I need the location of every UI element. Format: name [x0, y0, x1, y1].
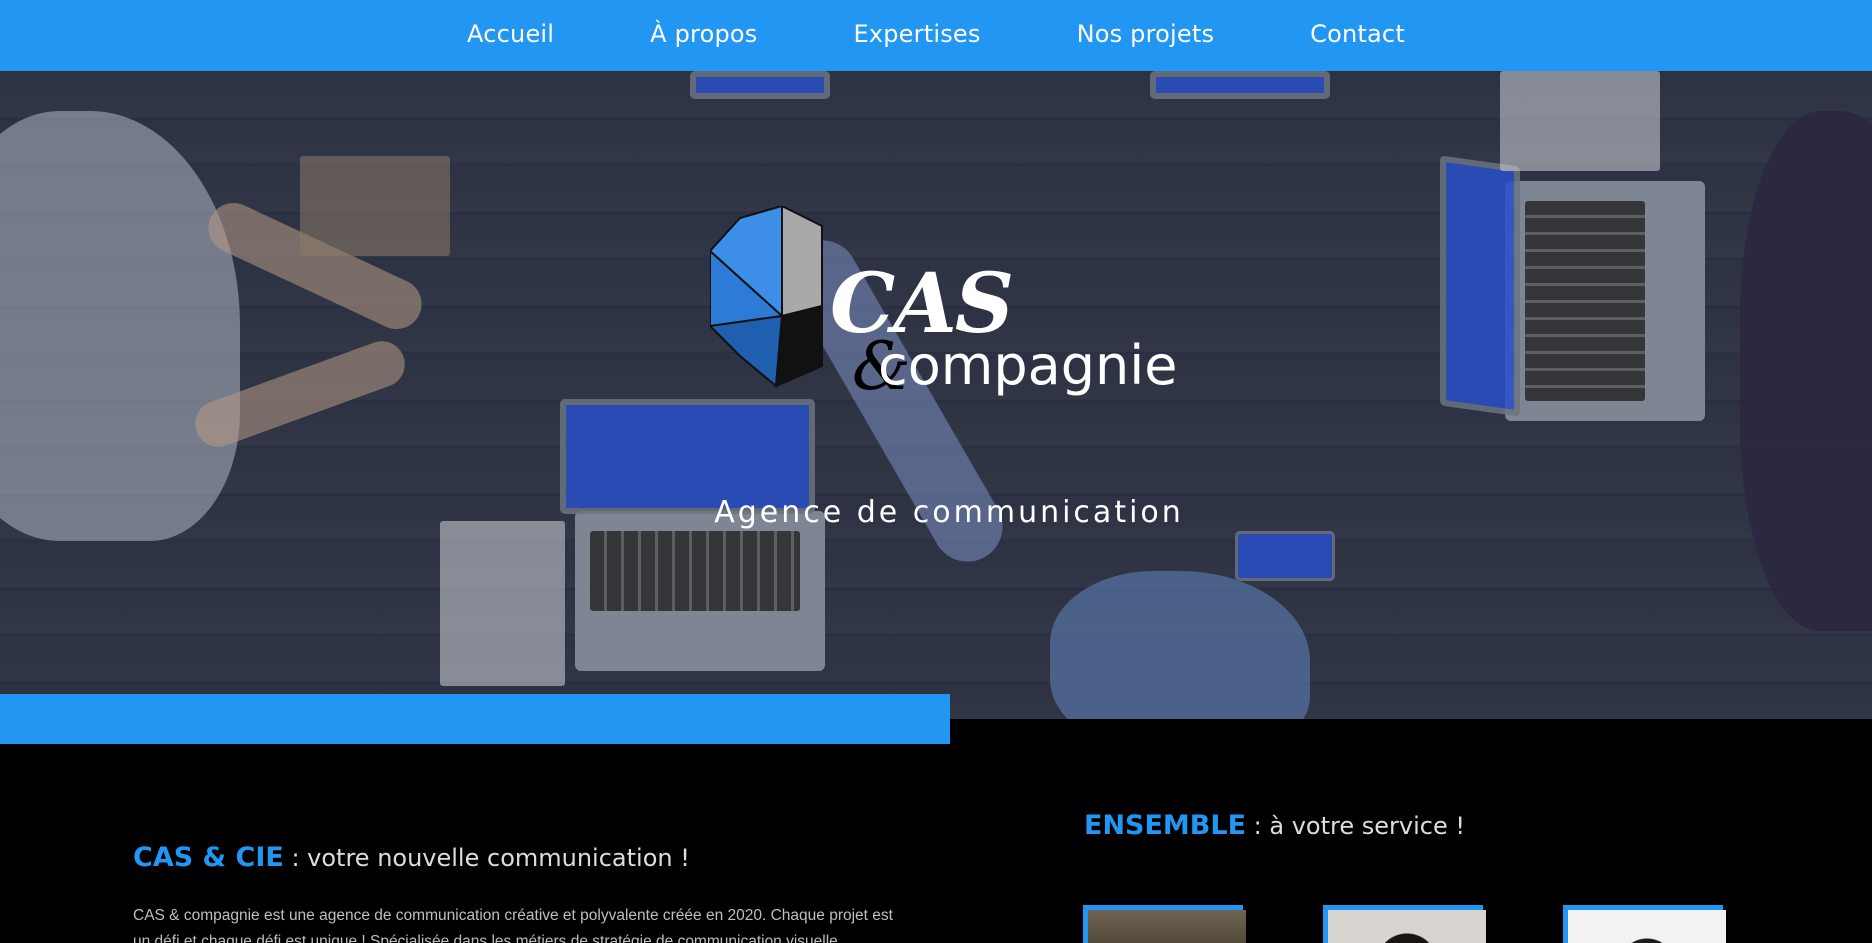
about-title-rest: : votre nouvelle communication !	[283, 844, 690, 872]
nav-expertises[interactable]: Expertises	[853, 20, 980, 48]
hero-photo-notepad	[440, 521, 565, 686]
about-section: CAS & CIE : votre nouvelle communication…	[133, 842, 913, 943]
hero-photo-laptop-screen	[1440, 155, 1520, 417]
about-title-accent: CAS & CIE	[133, 842, 284, 873]
main-navigation: Accueil À propos Expertises Nos projets …	[0, 0, 1872, 71]
team-title-accent: ENSEMBLE	[1084, 810, 1247, 841]
hero-banner: CAS & compagnie Agence de communication	[0, 71, 1872, 719]
team-title: ENSEMBLE : à votre service !	[1084, 810, 1784, 841]
about-title: CAS & CIE : votre nouvelle communication…	[133, 842, 913, 873]
hero-photo-person-bottom	[1050, 571, 1310, 719]
hero-photo-paper	[1500, 71, 1660, 171]
nav-contact[interactable]: Contact	[1310, 20, 1405, 48]
nav-nos-projets[interactable]: Nos projets	[1077, 20, 1215, 48]
accent-bar	[0, 694, 950, 744]
hero-photo-phone	[1235, 531, 1335, 581]
hero-photo-keyboard	[590, 531, 800, 611]
team-member-card[interactable]	[1563, 905, 1727, 943]
hero-photo-laptop-top	[690, 71, 830, 99]
hero-tagline: Agence de communication	[714, 495, 1184, 530]
company-logo[interactable]: CAS & compagnie	[710, 206, 1210, 466]
team-title-rest: : à votre service !	[1246, 812, 1465, 840]
team-member-photo	[1328, 910, 1486, 943]
hero-photo-laptop-top	[1150, 71, 1330, 99]
logo-compagnie-text: compagnie	[878, 334, 1178, 397]
team-section: ENSEMBLE : à votre service !	[1084, 810, 1784, 841]
team-member-card[interactable]	[1083, 905, 1247, 943]
nav-a-propos[interactable]: À propos	[650, 20, 757, 48]
hero-photo-notebook	[300, 156, 450, 256]
hero-photo-keyboard	[1525, 201, 1645, 401]
team-member-photo	[1568, 910, 1726, 943]
team-member-card[interactable]	[1323, 905, 1487, 943]
hero-photo-person-left	[0, 111, 240, 541]
team-member-photo	[1088, 910, 1246, 943]
about-text: CAS & compagnie est une agence de commun…	[133, 907, 893, 943]
hero-photo-person-right	[1740, 111, 1872, 631]
octagon-logo-icon	[710, 206, 823, 388]
nav-accueil[interactable]: Accueil	[467, 20, 554, 48]
